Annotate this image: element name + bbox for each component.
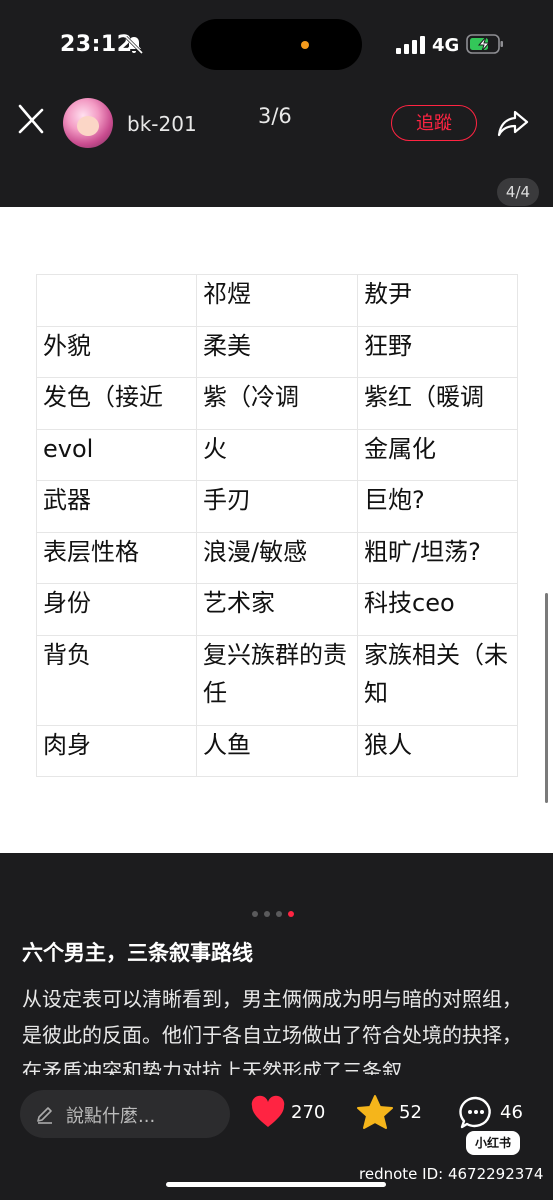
post-body[interactable]: 从设定表可以清晰看到，男主俩俩成为明与暗的对照组，是彼此的反面。他们于各自立场做… xyxy=(22,981,532,1075)
username[interactable]: bk-201 xyxy=(127,112,197,136)
table-row: 肉身 人鱼 狼人 xyxy=(36,724,518,777)
carousel-dot xyxy=(276,911,282,917)
follow-button[interactable]: 追蹤 xyxy=(391,105,477,141)
share-button[interactable] xyxy=(496,106,530,140)
table-cell: 武器 xyxy=(36,480,197,533)
star-icon xyxy=(357,1095,393,1129)
table-row: 表层性格 浪漫/敏感 粗旷/坦荡? xyxy=(36,531,518,584)
carousel-dot-active xyxy=(288,911,294,917)
home-indicator[interactable] xyxy=(166,1182,386,1187)
pen-icon xyxy=(35,1104,55,1128)
post-image[interactable]: 祁煜 敖尹 外貌 柔美 狂野 发色（接近 紫（冷调 紫红（暖调 evol 火 金… xyxy=(0,207,553,853)
table-row: 外貌 柔美 狂野 xyxy=(36,325,518,378)
table-cell: 火 xyxy=(196,428,358,481)
table-cell: 艺术家 xyxy=(196,583,358,636)
like-button[interactable] xyxy=(250,1095,286,1133)
status-time: 23:12 xyxy=(60,32,133,57)
bell-muted-icon xyxy=(124,35,144,59)
table-cell: 金属化 xyxy=(357,428,518,481)
watermark-text: rednote ID: 4672292374 xyxy=(359,1165,544,1183)
dynamic-island xyxy=(191,19,362,70)
table-cell: 身份 xyxy=(36,583,197,636)
comment-input[interactable]: 說點什麼... xyxy=(20,1090,230,1138)
share-icon xyxy=(497,110,529,137)
comment-count: 46 xyxy=(500,1102,523,1123)
signal-icon xyxy=(396,36,426,58)
table-cell: 狼人 xyxy=(357,724,518,777)
comment-bubble-icon xyxy=(459,1096,491,1129)
table-cell: 发色（接近 xyxy=(36,377,197,430)
network-label: 4G xyxy=(432,35,460,56)
table-row: 背负 复兴族群的责任 家族相关（未知 xyxy=(36,634,518,726)
status-bar: 23:12 4G xyxy=(0,0,553,90)
table-row: 发色（接近 紫（冷调 紫红（暖调 xyxy=(36,377,518,430)
table-cell: 狂野 xyxy=(357,325,518,378)
table-cell: 外貌 xyxy=(36,325,197,378)
table-cell: evol xyxy=(36,428,197,481)
comment-button[interactable] xyxy=(458,1095,494,1135)
table-cell: 表层性格 xyxy=(36,531,197,584)
table-cell: 敖尹 xyxy=(357,274,518,327)
table-cell: 人鱼 xyxy=(196,724,358,777)
bottom-action-bar: 說點什麼... 270 52 46 小红书 rednote ID: 467229… xyxy=(0,1075,553,1200)
table-cell: 科技ceo xyxy=(357,583,518,636)
avatar[interactable] xyxy=(63,98,113,148)
collect-button[interactable] xyxy=(356,1094,394,1134)
page-indicator: 3/6 xyxy=(258,104,292,128)
table-row: 武器 手刃 巨炮? xyxy=(36,480,518,533)
table-row: 身份 艺术家 科技ceo xyxy=(36,583,518,636)
carousel-dots xyxy=(252,911,294,917)
heart-icon xyxy=(251,1095,285,1127)
table-cell: 家族相关（未知 xyxy=(357,634,518,726)
image-counter-badge: 4/4 xyxy=(497,178,539,206)
table-row: evol 火 金属化 xyxy=(36,428,518,481)
close-icon xyxy=(18,104,44,134)
table-cell xyxy=(36,274,197,327)
collect-count: 52 xyxy=(399,1102,422,1123)
character-settings-table: 祁煜 敖尹 外貌 柔美 狂野 发色（接近 紫（冷调 紫红（暖调 evol 火 金… xyxy=(36,274,518,777)
like-count: 270 xyxy=(291,1102,326,1123)
table-cell: 祁煜 xyxy=(196,274,358,327)
table-row: 祁煜 敖尹 xyxy=(36,274,518,327)
carousel-dot xyxy=(264,911,270,917)
table-cell: 背负 xyxy=(36,634,197,726)
table-cell: 紫红（暖调 xyxy=(357,377,518,430)
post-header: bk-201 3/6 追蹤 xyxy=(0,90,553,156)
image-scrollbar[interactable] xyxy=(545,593,548,803)
recording-dot xyxy=(301,41,309,49)
battery-charging-icon xyxy=(466,34,504,58)
table-cell: 手刃 xyxy=(196,480,358,533)
comment-placeholder: 說點什麼... xyxy=(66,1106,156,1127)
table-cell: 肉身 xyxy=(36,724,197,777)
brand-logo: 小红书 xyxy=(466,1131,520,1155)
table-cell: 柔美 xyxy=(196,325,358,378)
table-cell: 浪漫/敏感 xyxy=(196,531,358,584)
table-cell: 巨炮? xyxy=(357,480,518,533)
table-cell: 粗旷/坦荡? xyxy=(357,531,518,584)
table-cell: 紫（冷调 xyxy=(196,377,358,430)
close-button[interactable] xyxy=(14,102,48,136)
table-cell: 复兴族群的责任 xyxy=(196,634,358,726)
post-title: 六个男主，三条叙事路线 xyxy=(22,941,253,965)
carousel-dot xyxy=(252,911,258,917)
